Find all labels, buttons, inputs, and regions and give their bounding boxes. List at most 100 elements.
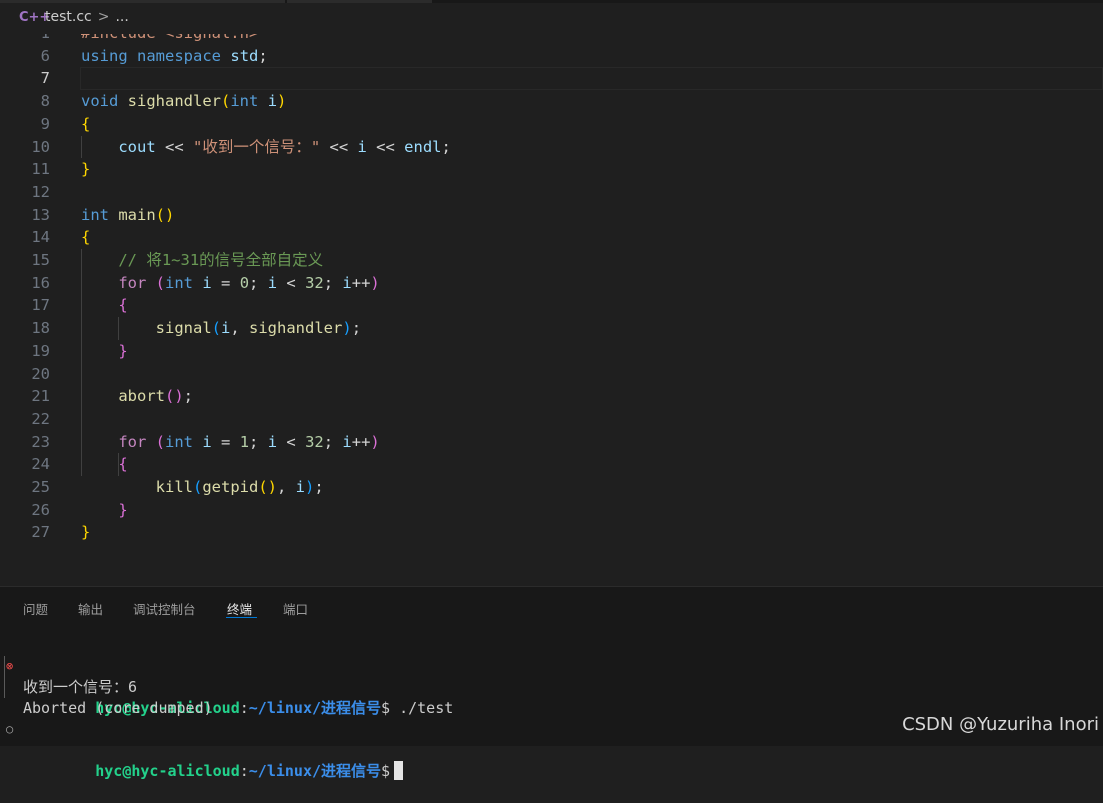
code-token: ;: [323, 432, 343, 451]
code-line[interactable]: 21 abort();: [0, 385, 1103, 408]
code-text: void sighandler(int i): [81, 90, 286, 113]
code-token: for: [118, 432, 147, 451]
code-token: for: [118, 273, 147, 292]
code-token: <<: [366, 137, 405, 156]
code-token: int: [165, 273, 194, 292]
code-token: <<: [155, 137, 193, 156]
tab-debug-console[interactable]: 调试控制台: [133, 599, 196, 618]
cpp-file-icon: C++: [19, 9, 51, 25]
line-number: 21: [31, 387, 50, 406]
code-text: signal(i, sighandler);: [81, 317, 361, 340]
code-line[interactable]: 23 for (int i = 1; i < 32; i++): [0, 431, 1103, 454]
code-token: // 将1~31的信号全部自定义: [118, 251, 324, 269]
code-token: cout: [118, 137, 156, 156]
code-line[interactable]: 27}: [0, 521, 1103, 544]
active-tab-indicator: [226, 617, 257, 618]
breadcrumb-file[interactable]: test.cc: [45, 9, 92, 25]
breadcrumb-symbols[interactable]: ...: [115, 9, 128, 25]
code-line[interactable]: 16 for (int i = 0; i < 32; i++): [0, 272, 1103, 295]
code-line[interactable]: 24 {: [0, 453, 1103, 476]
code-token: {: [118, 455, 128, 474]
code-token: ;: [351, 319, 362, 338]
code-text: for (int i = 0; i < 32; i++): [81, 272, 379, 295]
code-line[interactable]: 11}: [0, 158, 1103, 181]
code-token: getpid: [202, 478, 259, 496]
terminal-cursor: [394, 761, 404, 780]
line-number: 25: [31, 478, 50, 496]
code-token: std: [230, 46, 259, 65]
code-line[interactable]: 6 using namespace std;: [0, 45, 1103, 68]
code-editor[interactable]: 1#include <signal.h>6using namespace std…: [0, 22, 1103, 582]
code-text: {: [81, 453, 128, 476]
code-token: using: [81, 46, 128, 65]
prompt-user: hyc@hyc-alicloud: [95, 762, 240, 780]
code-token: i: [342, 432, 352, 451]
code-token: }: [118, 500, 128, 519]
line-number: 13: [31, 205, 50, 224]
code-text: {: [81, 113, 90, 136]
code-token: =: [211, 432, 240, 451]
code-line[interactable]: 15 // 将1~31的信号全部自定义: [0, 249, 1103, 272]
code-line[interactable]: 14 {: [0, 226, 1103, 249]
code-token: abort: [118, 387, 165, 406]
code-line[interactable]: 8 void sighandler(int i): [0, 90, 1103, 113]
code-token: }: [81, 160, 91, 179]
code-token: sighandler: [249, 319, 343, 338]
code-text: {: [81, 226, 90, 249]
line-number: 23: [31, 432, 50, 451]
circle-icon[interactable]: ○: [6, 719, 13, 740]
code-line[interactable]: 13 int main(): [0, 204, 1103, 227]
code-line[interactable]: 22: [0, 408, 1103, 431]
code-line[interactable]: 25 kill(getpid(), i);: [0, 476, 1103, 499]
code-token: i: [295, 478, 306, 496]
code-token: (: [155, 273, 166, 292]
terminal-line-command: ⊗ hyc@hyc-alicloud:~/linux/进程信号$ ./test: [0, 635, 1103, 717]
line-number: 9: [40, 114, 50, 133]
breadcrumb: C++ test.cc > ...: [0, 0, 1103, 34]
code-line[interactable]: 12: [0, 181, 1103, 204]
code-line[interactable]: 9{: [0, 113, 1103, 136]
terminal-output-line: Aborted (core dumped): [0, 677, 1103, 717]
code-token: (): [155, 205, 175, 224]
code-line[interactable]: 7: [0, 67, 1103, 91]
code-line[interactable]: 20: [0, 363, 1103, 386]
code-line[interactable]: 18 signal(i, sighandler);: [0, 317, 1103, 340]
code-token: ;: [314, 478, 324, 496]
tab-ports[interactable]: 端口: [283, 599, 308, 618]
line-number: 10: [31, 137, 50, 156]
line-number: 7: [40, 69, 50, 88]
tab-terminal[interactable]: 终端: [227, 599, 252, 618]
indent-guide: [81, 135, 82, 159]
code-token: main: [118, 205, 156, 224]
code-line[interactable]: 10 cout << "收到一个信号：" << i << endl;: [0, 136, 1103, 159]
line-number: 27: [31, 523, 50, 542]
chevron-right-icon: >: [97, 9, 110, 25]
code-line[interactable]: 19 }: [0, 340, 1103, 363]
tab-problems[interactable]: 问题: [23, 599, 48, 618]
code-text: }: [81, 340, 127, 363]
line-number: 12: [31, 182, 50, 201]
code-line[interactable]: 17 {: [0, 294, 1103, 317]
code-token: (: [155, 432, 166, 451]
code-token: ): [277, 92, 287, 111]
tab-output[interactable]: 输出: [78, 599, 103, 618]
code-text: }: [81, 158, 90, 181]
code-text: // 将1~31的信号全部自定义: [81, 249, 323, 272]
code-token: namespace: [137, 46, 222, 65]
code-line[interactable]: 26 }: [0, 499, 1103, 522]
csdn-watermark: CSDN @Yuzuriha Inori: [902, 714, 1099, 735]
code-token: i: [202, 273, 212, 292]
code-token: kill: [155, 478, 193, 496]
prompt-colon: :: [239, 762, 249, 780]
code-token: i: [267, 273, 278, 292]
code-token: i: [221, 319, 231, 338]
